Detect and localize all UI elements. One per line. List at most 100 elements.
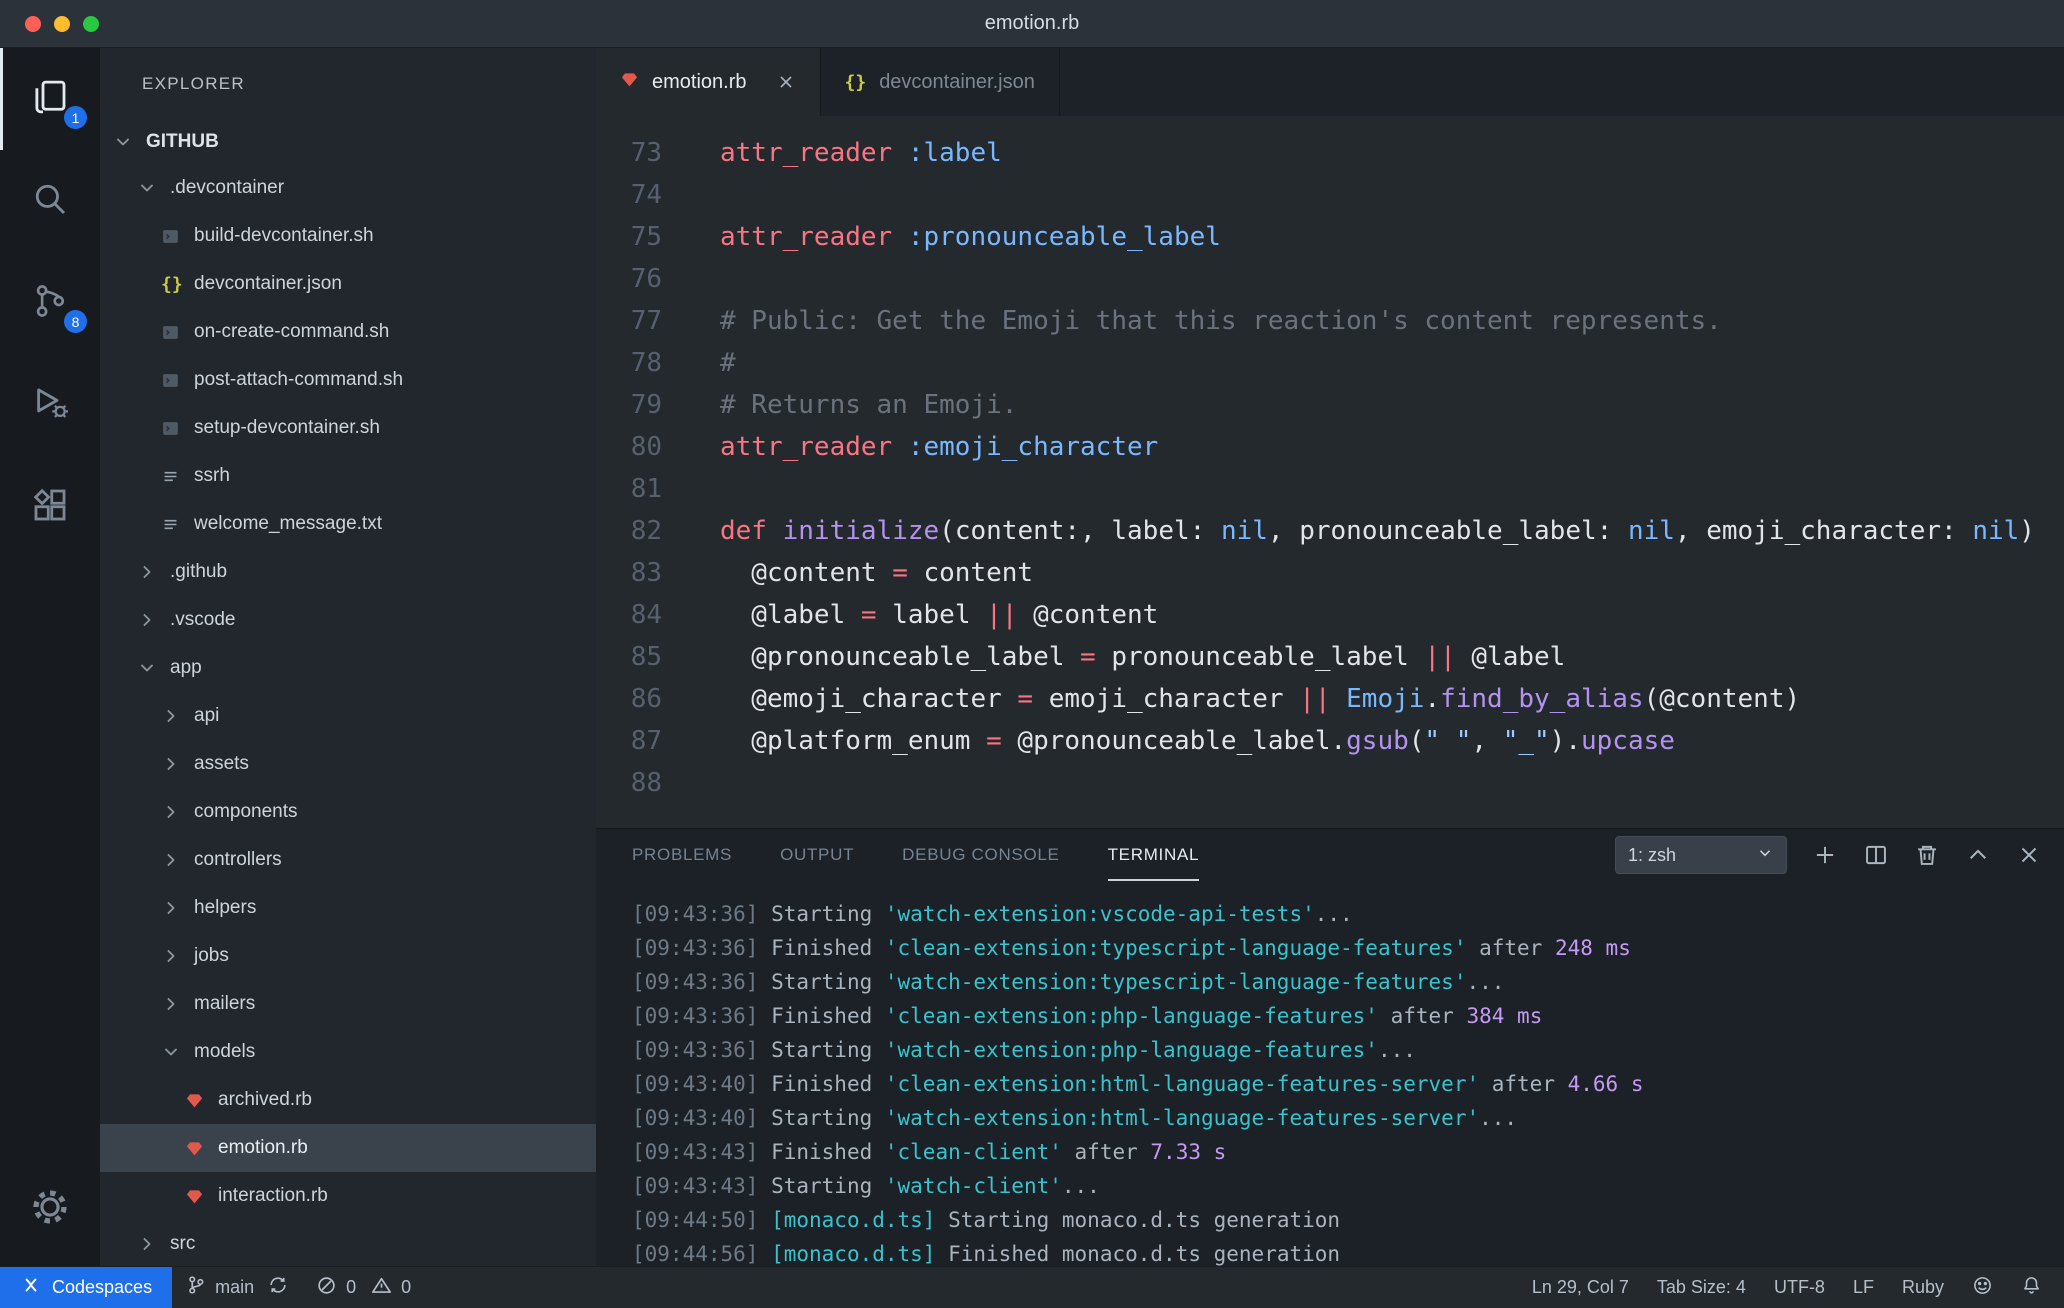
kill-terminal-button[interactable] [1914,842,1940,868]
panel-tab-problems[interactable]: PROBLEMS [632,829,732,881]
code-line-88[interactable]: 88 [596,762,2064,804]
code-line-82[interactable]: 82 def initialize(content:, label: nil, p… [596,510,2064,552]
error-count: 0 [346,1277,357,1297]
code-editor[interactable]: 73 attr_reader :label 74 75 attr_reader :pro… [596,116,2064,828]
line-number[interactable]: 76 [596,258,662,300]
tree-file-devcontainer-json[interactable]: {} devcontainer.json [100,260,596,308]
code-line-83[interactable]: 83 @content = content [596,552,2064,594]
panel-tab-terminal[interactable]: TERMINAL [1107,829,1200,881]
status-bar: Codespaces main 0 0 Ln 29, Col 7 Tab Siz… [0,1266,2064,1308]
tree-file-on-create-command-sh[interactable]: on-create-command.sh [100,308,596,356]
tree-folder-controllers[interactable]: controllers [100,836,596,884]
line-number[interactable]: 80 [596,426,662,468]
notifications-button[interactable] [2007,1267,2056,1308]
line-number[interactable]: 84 [596,594,662,636]
tree-folder-github[interactable]: GITHUB [100,120,596,164]
cursor-position-button[interactable]: Ln 29, Col 7 [1518,1267,1643,1308]
code-line-87[interactable]: 87 @platform_enum = @pronounceable_label… [596,720,2064,762]
settings-button[interactable] [0,1158,100,1260]
tree-file-archived-rb[interactable]: archived.rb [100,1076,596,1124]
line-number[interactable]: 73 [596,132,662,174]
panel-tab-output[interactable]: OUTPUT [780,829,854,881]
tree-file-post-attach-command-sh[interactable]: post-attach-command.sh [100,356,596,404]
code-line-76[interactable]: 76 [596,258,2064,300]
activity-explorer-button[interactable]: 1 [0,48,100,150]
tree-file-setup-devcontainer-sh[interactable]: setup-devcontainer.sh [100,404,596,452]
tree-folder-app[interactable]: app [100,644,596,692]
tree-item-label: GITHUB [146,131,219,152]
tree-file-emotion-rb[interactable]: emotion.rb [100,1124,596,1172]
tree-folder-components[interactable]: components [100,788,596,836]
line-number[interactable]: 77 [596,300,662,342]
line-number[interactable]: 87 [596,720,662,762]
line-number[interactable]: 75 [596,216,662,258]
tree-folder-jobs[interactable]: jobs [100,932,596,980]
tree-item-label: ssrh [194,465,230,486]
code-line-80[interactable]: 80 attr_reader :emoji_character [596,426,2064,468]
minimize-window-button[interactable] [54,16,70,32]
panel-tab-debug-console[interactable]: DEBUG CONSOLE [902,829,1059,881]
tab-emotion-rb[interactable]: emotion.rb [596,48,821,116]
tree-file-interaction-rb[interactable]: interaction.rb [100,1172,596,1220]
terminal-line: [09:44:56] [monaco.d.ts] Finished monaco… [632,1242,1341,1266]
tree-file-ssrh[interactable]: ssrh [100,452,596,500]
tree-folder-mailers[interactable]: mailers [100,980,596,1028]
tree-folder-models[interactable]: models [100,1028,596,1076]
activity-source-control-button[interactable]: 8 [0,252,100,354]
tree-folder-api[interactable]: api [100,692,596,740]
code-line-81[interactable]: 81 [596,468,2064,510]
zoom-window-button[interactable] [83,16,99,32]
line-number[interactable]: 85 [596,636,662,678]
line-number[interactable]: 86 [596,678,662,720]
new-terminal-button[interactable] [1812,842,1838,868]
split-terminal-button[interactable] [1863,842,1889,868]
line-number[interactable]: 81 [596,468,662,510]
tree-folder-assets[interactable]: assets [100,740,596,788]
line-number[interactable]: 88 [596,762,662,804]
language-mode-button[interactable]: Ruby [1888,1267,1958,1308]
sync-button[interactable] [268,1267,302,1308]
tree-file-welcome-message-txt[interactable]: welcome_message.txt [100,500,596,548]
encoding-button[interactable]: UTF-8 [1760,1267,1839,1308]
code-line-85[interactable]: 85 @pronounceable_label = pronounceable_… [596,636,2064,678]
code-line-78[interactable]: 78 # [596,342,2064,384]
feedback-button[interactable] [1958,1267,2007,1308]
code-line-84[interactable]: 84 @label = label || @content [596,594,2064,636]
line-number[interactable]: 82 [596,510,662,552]
line-number[interactable]: 79 [596,384,662,426]
code-line-74[interactable]: 74 [596,174,2064,216]
eol-button[interactable]: LF [1839,1267,1888,1308]
activity-search-button[interactable] [0,150,100,252]
tab-size-button[interactable]: Tab Size: 4 [1643,1267,1760,1308]
close-window-button[interactable] [25,16,41,32]
search-icon [29,178,71,225]
terminal-output[interactable]: [09:43:36] Starting 'watch-extension:vsc… [596,881,2064,1266]
code-line-73[interactable]: 73 attr_reader :label [596,132,2064,174]
problems-button[interactable]: 0 0 [302,1267,425,1308]
line-number[interactable]: 74 [596,174,662,216]
code-line-75[interactable]: 75 attr_reader :pronounceable_label [596,216,2064,258]
activity-run-debug-button[interactable] [0,354,100,456]
tab-devcontainer-json[interactable]: {} devcontainer.json [821,48,1060,116]
tree-folder--devcontainer[interactable]: .devcontainer [100,164,596,212]
tree-file-build-devcontainer-sh[interactable]: build-devcontainer.sh [100,212,596,260]
codespaces-button[interactable]: Codespaces [0,1267,173,1308]
tree-folder-helpers[interactable]: helpers [100,884,596,932]
line-number[interactable]: 83 [596,552,662,594]
line-number[interactable]: 78 [596,342,662,384]
close-tab-icon[interactable] [776,72,796,92]
maximize-panel-button[interactable] [1965,842,1991,868]
terminal-shell-select[interactable]: 1: zsh [1615,836,1787,874]
code-line-79[interactable]: 79 # Returns an Emoji. [596,384,2064,426]
branch-button[interactable]: main [172,1267,268,1308]
close-panel-button[interactable] [2016,842,2042,868]
chevron-down-icon [113,132,146,152]
code-text: # [720,348,736,378]
tree-folder--github[interactable]: .github [100,548,596,596]
code-line-86[interactable]: 86 @emoji_character = emoji_character ||… [596,678,2064,720]
tree-folder-src[interactable]: src [100,1220,596,1266]
activity-extensions-button[interactable] [0,456,100,558]
tree-folder--vscode[interactable]: .vscode [100,596,596,644]
code-line-77[interactable]: 77 # Public: Get the Emoji that this reac… [596,300,2064,342]
